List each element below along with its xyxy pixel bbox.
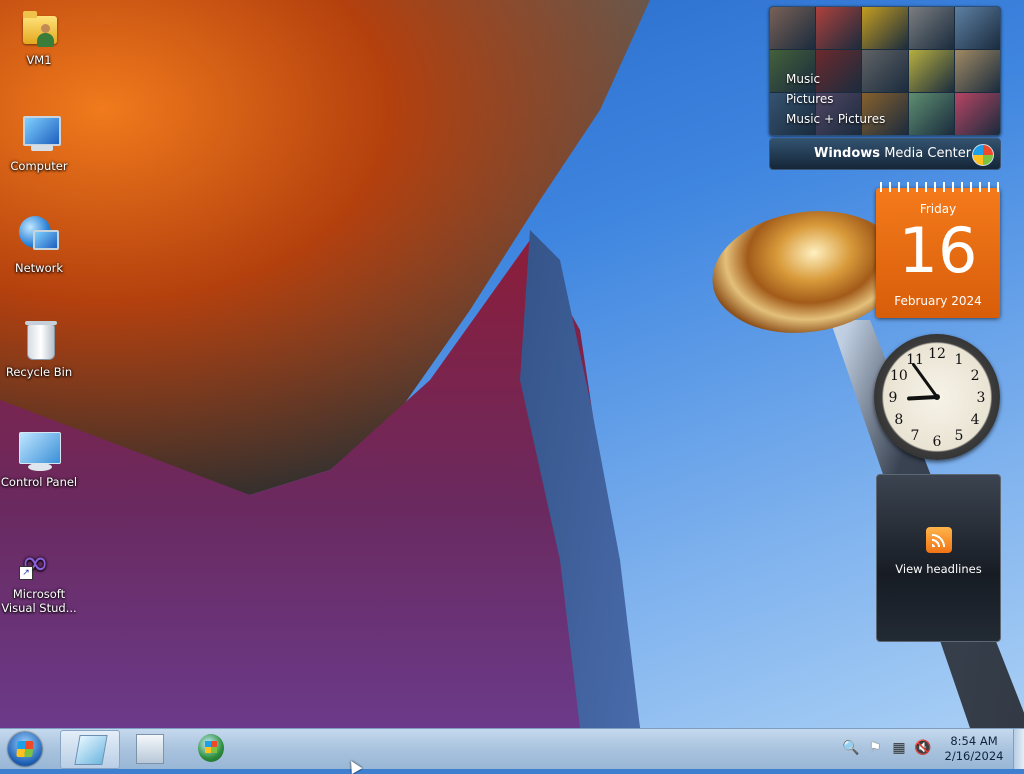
rss-icon [926,527,952,553]
user-folder-icon [17,6,61,50]
clock-hour-hand [907,395,939,401]
desktop-icon-control-panel[interactable]: Control Panel [0,428,78,489]
clock-number: 10 [890,368,908,384]
media-menu-music-pictures[interactable]: Music + Pictures [786,109,885,129]
media-center-title-product: Media Center [884,146,972,161]
clock-number: 1 [955,352,964,368]
clock-number: 12 [928,346,946,362]
clock-face: 12 1234567891011 [889,346,986,450]
clock-number: 8 [894,412,903,428]
calendar-month-year: February 2024 [894,294,982,308]
system-tray: 🔍 ⚑ ▦ 🔇 8:54 AM 2/16/2024 [838,729,1024,769]
clock-number: 4 [971,412,980,428]
clock-gadget[interactable]: 12 1 2 3 4 5 6 7 8 9 10 11 [874,334,1000,460]
desktop-icon-recycle-bin[interactable]: Recycle Bin [0,318,78,379]
media-tile [816,7,862,49]
desktop-icon-visual-studio[interactable]: ∞ ↗ Microsoft Visual Stud... [0,540,78,615]
desktop-icon-computer[interactable]: Computer [0,112,78,173]
clock-number: 6 [933,434,942,450]
taskbar-item-explorer[interactable] [120,730,178,767]
shortcut-arrow-icon: ↗ [19,566,33,580]
media-player-icon [198,734,224,762]
calendar-rings [876,182,1000,192]
network-icon [17,214,61,258]
volume-muted-icon[interactable]: 🔇 [914,739,932,757]
windows-orb-icon [8,732,42,766]
clock-number: 5 [955,428,964,444]
media-center-title-windows: Windows [814,146,881,161]
media-menu: Music Pictures Music + Pictures [786,69,885,129]
window-switcher-icon [74,735,108,765]
media-center-title: Windows Media Center [814,139,971,169]
clock-number: 9 [889,390,898,406]
calendar-gadget[interactable]: Friday 16 February 2024 [876,182,1000,318]
clock-number: 2 [971,368,980,384]
show-desktop-button[interactable] [1013,729,1024,769]
media-tile [770,7,816,49]
desktop[interactable]: VM1 Computer Network Recycle Bin Control… [0,0,1024,728]
media-tile [954,7,1000,49]
desktop-icon-network[interactable]: Network [0,214,78,275]
media-tile [954,93,1000,135]
media-tile [862,7,908,49]
media-tile [954,50,1000,92]
recycle-bin-icon [17,318,61,362]
explorer-folder-icon [136,734,164,764]
desktop-icon-vm1[interactable]: VM1 [0,6,78,67]
desktop-icon-label: Network [14,261,64,275]
media-tile [908,93,954,135]
computer-icon [17,112,61,156]
search-icon[interactable]: 🔍 [842,739,860,757]
desktop-icon-label: Microsoft Visual Stud... [1,587,77,615]
taskbar-item-media-player[interactable] [182,730,240,767]
tray-date: 2/16/2024 [944,749,1004,763]
clock-number: 7 [911,428,920,444]
flag-icon[interactable]: ⚑ [866,739,884,757]
feed-headlines-gadget[interactable]: View headlines [876,474,1001,642]
desktop-icon-label: Control Panel [0,475,78,489]
start-button[interactable] [4,730,48,768]
desktop-icon-label: Recycle Bin [5,365,73,379]
network-icon[interactable]: ▦ [890,739,908,757]
taskbar: 🔍 ⚑ ▦ 🔇 8:54 AM 2/16/2024 [0,728,1024,769]
clock-minute-hand [911,363,939,399]
media-tile [908,50,954,92]
view-headlines-link[interactable]: View headlines [877,562,1000,576]
desktop-icon-label: Computer [10,159,68,173]
media-center-gadget[interactable]: Music Pictures Music + Pictures [769,6,1001,136]
media-center-title-bar[interactable]: Windows Media Center [769,138,1001,170]
control-panel-icon [17,428,61,472]
tray-clock[interactable]: 8:54 AM 2/16/2024 [938,734,1010,764]
clock-number: 3 [977,390,986,406]
windows-logo-icon [972,144,994,166]
media-menu-music[interactable]: Music [786,69,885,89]
desktop-icon-label: VM1 [26,53,52,67]
calendar-day: 16 [898,214,978,287]
tray-time: 8:54 AM [950,734,998,748]
visual-studio-icon: ∞ ↗ [19,543,50,583]
media-menu-pictures[interactable]: Pictures [786,89,885,109]
clock-center [934,394,940,400]
media-tile [908,7,954,49]
taskbar-item-window-switcher[interactable] [60,730,120,769]
